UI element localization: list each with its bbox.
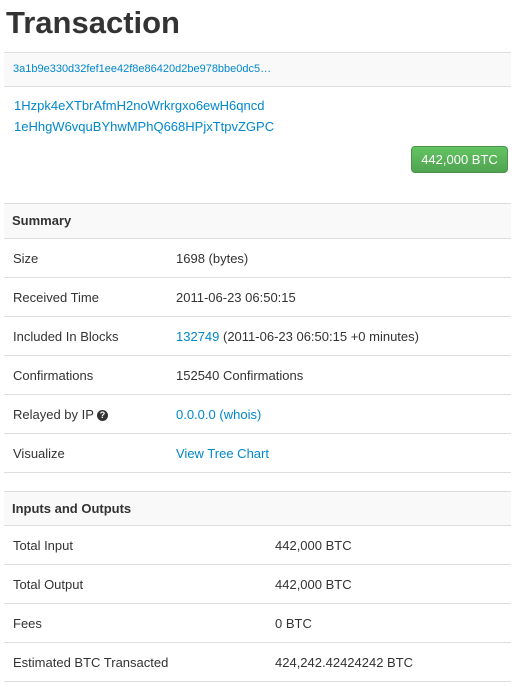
- relayed-by-ip-label: Relayed by IP?: [13, 407, 108, 422]
- whois-link[interactable]: (whois): [219, 407, 261, 422]
- received-time-label: Received Time: [13, 290, 99, 305]
- table-row: Received Time 2011-06-23 06:50:15: [4, 278, 511, 317]
- estimated-btc-value: 424,242.42424242 BTC: [275, 655, 414, 670]
- relayed-ip-link[interactable]: 0.0.0.0: [176, 407, 216, 422]
- page-title: Transaction: [6, 5, 180, 40]
- visualize-value: View Tree Chart: [176, 446, 269, 461]
- relayed-by-ip-value: 0.0.0.0 (whois): [176, 407, 261, 422]
- included-blocks-label: Included In Blocks: [13, 329, 119, 344]
- table-row: Total Input 442,000 BTC: [4, 526, 511, 565]
- inputs-outputs-table: Inputs and Outputs Total Input 442,000 B…: [4, 491, 511, 682]
- fees-label: Fees: [13, 616, 42, 631]
- block-detail: (2011-06-23 06:50:15 +0 minutes): [219, 329, 419, 344]
- fees-value: 0 BTC: [275, 616, 312, 631]
- estimated-btc-label: Estimated BTC Transacted: [13, 655, 169, 670]
- summary-table: Summary Size 1698 (bytes) Received Time …: [4, 203, 511, 473]
- received-time-value: 2011-06-23 06:50:15: [176, 290, 296, 305]
- total-input-label: Total Input: [13, 538, 73, 553]
- summary-heading: Summary: [4, 203, 511, 239]
- table-row: Fees 0 BTC: [4, 604, 511, 643]
- view-tree-chart-link[interactable]: View Tree Chart: [176, 446, 269, 461]
- output-address-link[interactable]: 1Hzpk4eXTbrAfmH2noWrkrgxo6ewH6qncd: [14, 98, 264, 113]
- transaction-hash-row: 3a1b9e330d32fef1ee42f8e86420d2be978bbe0d…: [4, 52, 511, 87]
- size-label: Size: [13, 251, 39, 266]
- total-output-value: 442,000 BTC: [275, 577, 352, 592]
- total-amount-button[interactable]: 442,000 BTC: [411, 146, 508, 173]
- table-row: Visualize View Tree Chart: [4, 434, 511, 473]
- table-row: Estimated BTC Transacted 424,242.4242424…: [4, 643, 511, 682]
- confirmations-label: Confirmations: [13, 368, 94, 383]
- size-value: 1698 (bytes): [176, 251, 249, 266]
- table-row: Confirmations 152540 Confirmations: [4, 356, 511, 395]
- total-output-label: Total Output: [13, 577, 84, 592]
- transaction-hash-link[interactable]: 3a1b9e330d32fef1ee42f8e86420d2be978bbe0d…: [13, 63, 271, 75]
- block-link[interactable]: 132749: [176, 329, 219, 344]
- table-row: Relayed by IP? 0.0.0.0 (whois): [4, 395, 511, 434]
- question-circle-icon[interactable]: ?: [96, 410, 108, 421]
- relayed-by-ip-text: Relayed by IP: [13, 407, 94, 422]
- output-address-link[interactable]: 1eHhgW6vquBYhwMPhQ668HPjxTtpvZGPC: [14, 119, 274, 134]
- inputs-outputs-heading: Inputs and Outputs: [4, 491, 511, 526]
- total-input-value: 442,000 BTC: [275, 538, 352, 553]
- included-blocks-value: 132749 (2011-06-23 06:50:15 +0 minutes): [176, 329, 419, 344]
- table-row: Included In Blocks 132749 (2011-06-23 06…: [4, 317, 511, 356]
- table-row: Total Output 442,000 BTC: [4, 565, 511, 604]
- table-row: Size 1698 (bytes): [4, 239, 511, 278]
- confirmations-value: 152540 Confirmations: [176, 368, 304, 383]
- visualize-label: Visualize: [13, 446, 65, 461]
